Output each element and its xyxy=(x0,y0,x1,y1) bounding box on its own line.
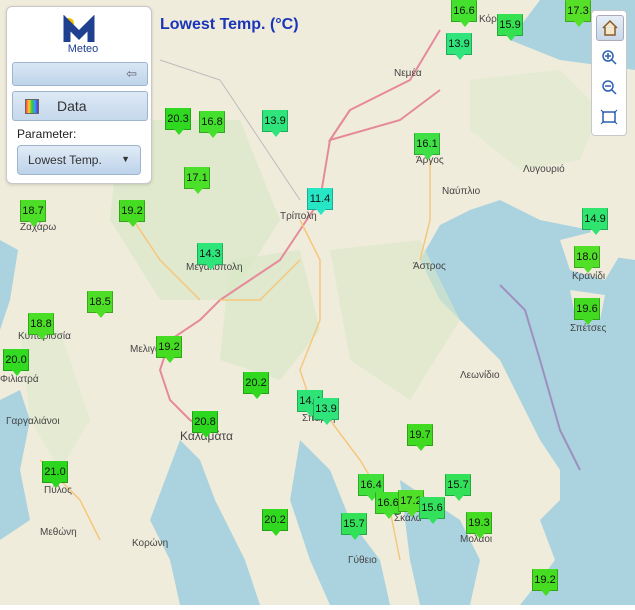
station-marker[interactable]: 20.3 xyxy=(165,108,191,135)
station-marker[interactable]: 15.7 xyxy=(341,513,367,540)
zoom-in-icon xyxy=(602,50,617,65)
meteo-logo: Meteo xyxy=(59,14,107,55)
parameter-value: Lowest Temp. xyxy=(28,153,102,167)
station-marker[interactable]: 16.6 xyxy=(451,0,477,27)
place-label: Λυγουριό xyxy=(523,164,565,175)
control-panel: Meteo ⇦ Data Parameter: Lowest Temp. ▼ xyxy=(6,6,152,184)
station-marker[interactable]: 20.0 xyxy=(3,349,29,376)
chevron-down-icon: ▼ xyxy=(121,154,130,164)
arrow-left-icon[interactable]: ⇦ xyxy=(126,66,137,82)
station-marker[interactable]: 18.5 xyxy=(87,291,113,318)
station-marker[interactable]: 19.2 xyxy=(156,336,182,363)
station-marker[interactable]: 17.1 xyxy=(184,167,210,194)
station-marker[interactable]: 19.2 xyxy=(119,200,145,227)
place-label: Άστρος xyxy=(413,261,446,272)
map-title: Lowest Temp. (°C) xyxy=(160,16,299,33)
station-marker[interactable]: 19.6 xyxy=(574,298,600,325)
place-label: Γαργαλιάνοι xyxy=(6,416,60,427)
station-marker[interactable]: 11.4 xyxy=(307,188,333,215)
extent-icon xyxy=(600,109,618,125)
station-marker[interactable]: 19.2 xyxy=(532,569,558,596)
logo-text: Meteo xyxy=(67,43,99,55)
station-marker[interactable]: 16.8 xyxy=(199,111,225,138)
zoom-out-icon xyxy=(602,80,617,95)
zoom-out-button[interactable] xyxy=(596,75,622,99)
station-marker[interactable]: 17.3 xyxy=(565,0,591,27)
station-marker[interactable]: 13.9 xyxy=(313,398,339,425)
station-marker[interactable]: 21.0 xyxy=(42,461,68,488)
collapse-bar[interactable]: ⇦ xyxy=(12,62,148,86)
data-button-label: Data xyxy=(57,98,87,114)
logo-m-icon xyxy=(63,14,95,42)
place-label: Μεθώνη xyxy=(40,527,77,538)
place-label: Λεωνίδιο xyxy=(460,370,500,381)
place-label: Γύθειο xyxy=(348,555,377,566)
full-extent-button[interactable] xyxy=(596,105,622,129)
station-marker[interactable]: 15.7 xyxy=(445,474,471,501)
parameter-label: Parameter: xyxy=(17,127,77,141)
station-marker[interactable]: 14.9 xyxy=(582,208,608,235)
station-marker[interactable]: 13.9 xyxy=(262,110,288,137)
station-marker[interactable]: 19.7 xyxy=(407,424,433,451)
station-marker[interactable]: 18.0 xyxy=(574,246,600,273)
station-marker[interactable]: 18.7 xyxy=(20,200,46,227)
parameter-select[interactable]: Lowest Temp. ▼ xyxy=(17,145,141,175)
station-marker[interactable]: 20.2 xyxy=(243,372,269,399)
station-marker[interactable]: 18.8 xyxy=(28,313,54,340)
place-label: Νεμέα xyxy=(394,68,422,79)
station-marker[interactable]: 20.8 xyxy=(192,411,218,438)
station-marker[interactable]: 14.3 xyxy=(197,243,223,270)
station-marker[interactable]: 16.1 xyxy=(414,133,440,160)
place-label: Ναύπλιο xyxy=(442,186,481,197)
station-marker[interactable]: 15.9 xyxy=(497,14,523,41)
place-label: Τρίπολη xyxy=(280,211,317,222)
data-button[interactable]: Data xyxy=(12,91,148,121)
station-marker[interactable]: 15.6 xyxy=(419,497,445,524)
palette-icon xyxy=(25,99,39,114)
home-button[interactable] xyxy=(596,15,624,41)
map-toolbar xyxy=(591,10,627,136)
station-marker[interactable]: 20.2 xyxy=(262,509,288,536)
place-label: Κορώνη xyxy=(132,538,169,549)
station-marker[interactable]: 19.3 xyxy=(466,512,492,539)
station-marker[interactable]: 13.9 xyxy=(446,33,472,60)
zoom-in-button[interactable] xyxy=(596,45,622,69)
home-icon xyxy=(602,19,618,36)
